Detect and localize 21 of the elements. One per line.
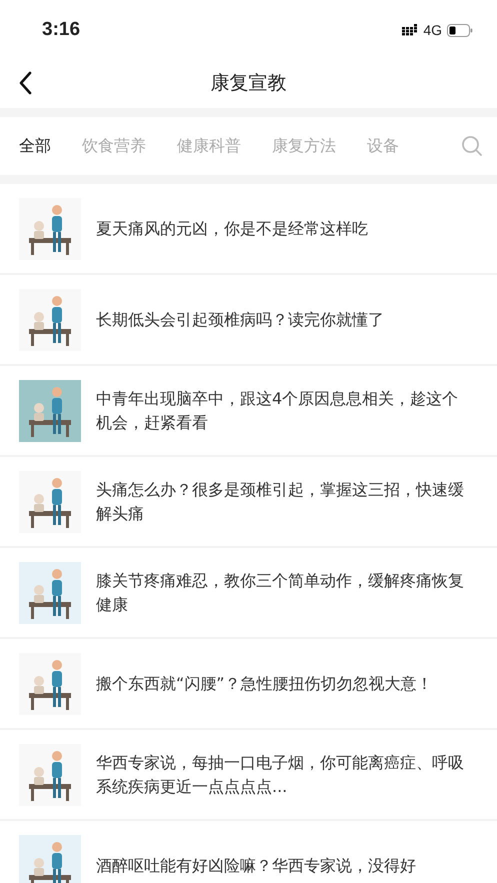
article-title: 头痛怎么办？很多是颈椎引起，掌握这三招，快速缓解头痛 [96,478,465,524]
page-title: 康复宣教 [210,71,286,96]
article-title: 酒醉呕吐能有好凶险嘛？华西专家说，没得好 [96,854,417,876]
article-title: 中青年出现脑卒中，跟这4个原因息息相关，趁这个机会，赶紧看看 [96,388,460,434]
article-item[interactable]: 夏天痛风的元凶，你是不是经常这样吃 [0,184,497,275]
article-item[interactable]: 华西专家说，每抽一口电子烟，你可能离癌症、呼吸系统疾病更近一点点点点... [0,730,497,821]
article-title: 华西专家说，每抽一口电子烟，你可能离癌症、呼吸系统疾病更近一点点点点... [96,752,465,798]
article-item[interactable]: 中青年出现脑卒中，跟这4个原因息息相关，趁这个机会，赶紧看看 [0,366,497,457]
article-item[interactable]: 搬个东西就“闪腰”？急性腰扭伤切勿忽视大意！ [0,639,497,730]
article-title: 搬个东西就“闪腰”？急性腰扭伤切勿忽视大意！ [96,672,434,694]
article-item[interactable]: 长期低头会引起颈椎病吗？读完你就懂了 [0,275,497,366]
article-item[interactable]: 酒醉呕吐能有好凶险嘛？华西专家说，没得好 [0,821,497,883]
battery-icon [447,24,473,36]
article-item[interactable]: 膝关节疼痛难忍，教你三个简单动作，缓解疼痛恢复健康 [0,548,497,639]
network-label: 4G [423,22,442,38]
article-title: 夏天痛风的元凶，你是不是经常这样吃 [96,218,369,240]
article-title: 长期低头会引起颈椎病吗？读完你就懂了 [96,308,385,330]
status-time: 3:16 [42,19,80,41]
article-item[interactable]: 头痛怎么办？很多是颈椎引起，掌握这三招，快速缓解头痛 [0,457,497,548]
article-title: 膝关节疼痛难忍，教你三个简单动作，缓解疼痛恢复健康 [96,570,465,616]
signal-icon [402,24,418,36]
